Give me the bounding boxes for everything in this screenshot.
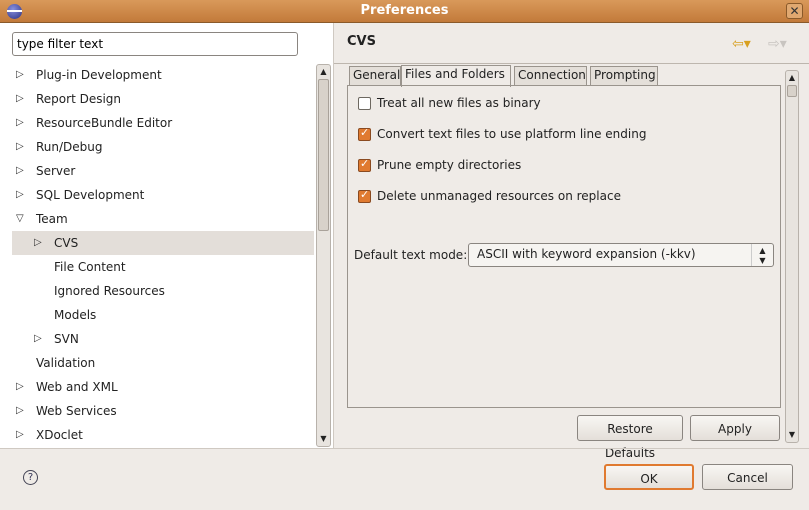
- filter-input[interactable]: [12, 32, 298, 56]
- scroll-up-icon[interactable]: ▲: [786, 71, 798, 85]
- left-pane: ▷ Plug-in Development ▷ Report Design ▷ Resou…: [0, 23, 333, 448]
- help-icon[interactable]: ?: [23, 470, 38, 485]
- checked-box-icon[interactable]: [358, 157, 371, 172]
- tree-item[interactable]: ▽ Team: [12, 207, 314, 231]
- tab-general[interactable]: General: [349, 66, 401, 86]
- collapsed-arrow-icon[interactable]: ▷: [16, 423, 24, 447]
- right-pane: CVS ⇦▾ ⇨▾ General Files and Folders Conn…: [334, 23, 809, 460]
- tab-files-and-folders[interactable]: Files and Folders: [401, 65, 511, 87]
- tree-item[interactable]: ▷ XDoclet: [12, 423, 314, 447]
- tree-item-label: CVS: [54, 236, 79, 250]
- back-arrow-icon[interactable]: ⇦▾: [732, 36, 751, 52]
- tree-item[interactable]: ▷ Web and XML: [12, 375, 314, 399]
- tree-item-label: SVN: [54, 332, 79, 346]
- tree-item[interactable]: ▷ Web Services: [12, 399, 314, 423]
- close-button[interactable]: ✕: [786, 3, 803, 19]
- tree-item[interactable]: Validation: [12, 351, 314, 375]
- tree-item-label: Plug-in Development: [36, 68, 162, 82]
- tree-item[interactable]: File Content: [12, 255, 314, 279]
- tree-item-label: ResourceBundle Editor: [36, 116, 173, 130]
- option-label: Delete unmanaged resources on replace: [377, 189, 621, 203]
- collapsed-arrow-icon[interactable]: ▷: [16, 183, 24, 207]
- window-title: Preferences: [360, 3, 449, 18]
- tree-item-label: Run/Debug: [36, 140, 103, 154]
- option-label: Treat all new files as binary: [377, 96, 541, 110]
- collapsed-arrow-icon[interactable]: ▷: [34, 231, 42, 255]
- tree-item-label: Web and XML: [36, 380, 118, 394]
- collapsed-arrow-icon[interactable]: ▷: [16, 375, 24, 399]
- collapsed-arrow-icon[interactable]: ▷: [16, 87, 24, 111]
- tree-item[interactable]: ▷ CVS: [12, 231, 314, 255]
- ok-button[interactable]: OK: [604, 464, 694, 490]
- tree-item-label: Validation: [36, 356, 96, 370]
- collapsed-arrow-icon[interactable]: ▷: [16, 135, 24, 159]
- button-bar: ? OK Cancel: [0, 448, 809, 510]
- option-checkbox[interactable]: Treat all new files as binary: [358, 96, 541, 110]
- tree-item[interactable]: ▷ Plug-in Development: [12, 63, 314, 87]
- scroll-up-icon[interactable]: ▲: [317, 65, 330, 79]
- text-mode-label: Default text mode:: [354, 248, 468, 262]
- unchecked-box-icon[interactable]: [358, 96, 371, 110]
- tree-item-label: Web Services: [36, 404, 117, 418]
- collapsed-arrow-icon[interactable]: ▷: [16, 63, 24, 87]
- collapsed-arrow-icon[interactable]: ▷: [16, 111, 24, 135]
- scroll-thumb[interactable]: [787, 85, 797, 97]
- text-mode-value: ASCII with keyword expansion (-kkv): [477, 247, 696, 261]
- collapsed-arrow-icon[interactable]: ▷: [34, 327, 42, 351]
- option-checkbox[interactable]: Delete unmanaged resources on replace: [358, 188, 621, 203]
- tree-item-label: Ignored Resources: [54, 284, 165, 298]
- preferences-tree: ▷ Plug-in Development ▷ Report Design ▷ Resou…: [12, 63, 314, 447]
- tab-connection[interactable]: Connection: [514, 66, 587, 86]
- tree-item[interactable]: ▷ Server: [12, 159, 314, 183]
- page-scrollbar[interactable]: ▲ ▼: [785, 70, 799, 443]
- tree-item-label: Report Design: [36, 92, 122, 106]
- title-bar: Preferences ✕: [0, 0, 809, 23]
- page-title: CVS: [347, 34, 376, 49]
- scroll-thumb[interactable]: [318, 79, 329, 231]
- tree-item-label: XDoclet: [36, 428, 83, 442]
- tree-item[interactable]: Ignored Resources: [12, 279, 314, 303]
- updown-icon: ▲ ▼: [751, 244, 773, 266]
- cancel-button[interactable]: Cancel: [702, 464, 793, 490]
- scroll-down-icon[interactable]: ▼: [317, 432, 330, 446]
- tree-item[interactable]: ▷ SVN: [12, 327, 314, 351]
- expanded-arrow-icon[interactable]: ▽: [16, 207, 24, 231]
- tree-item-label: Team: [36, 212, 68, 226]
- divider: [334, 63, 809, 64]
- tree-item-label: Models: [54, 308, 97, 322]
- tree-item[interactable]: ▷ SQL Development: [12, 183, 314, 207]
- apply-button[interactable]: Apply: [690, 415, 780, 441]
- collapsed-arrow-icon[interactable]: ▷: [16, 399, 24, 423]
- option-label: Convert text files to use platform line …: [377, 127, 647, 141]
- text-mode-select[interactable]: ASCII with keyword expansion (-kkv) ▲ ▼: [468, 243, 774, 267]
- tree-item[interactable]: ▷ ResourceBundle Editor: [12, 111, 314, 135]
- scroll-down-icon[interactable]: ▼: [786, 428, 798, 442]
- collapsed-arrow-icon[interactable]: ▷: [16, 159, 24, 183]
- tree-item-label: SQL Development: [36, 188, 145, 202]
- option-label: Prune empty directories: [377, 158, 522, 172]
- checked-box-icon[interactable]: [358, 126, 371, 141]
- option-checkbox[interactable]: Prune empty directories: [358, 157, 522, 172]
- option-checkbox[interactable]: Convert text files to use platform line …: [358, 126, 647, 141]
- restore-defaults-button[interactable]: Restore Defaults: [577, 415, 683, 460]
- tree-item[interactable]: ▷ Report Design: [12, 87, 314, 111]
- tab-panel: Treat all new files as binary Convert tex…: [347, 85, 781, 408]
- forward-arrow-icon[interactable]: ⇨▾: [768, 36, 787, 52]
- tab-prompting[interactable]: Prompting: [590, 66, 658, 86]
- tree-item[interactable]: Models: [12, 303, 314, 327]
- tree-item-label: File Content: [54, 260, 126, 274]
- tree-item-label: Server: [36, 164, 76, 178]
- tree-item[interactable]: ▷ Run/Debug: [12, 135, 314, 159]
- tree-scrollbar[interactable]: ▲ ▼: [316, 64, 331, 447]
- checked-box-icon[interactable]: [358, 188, 371, 203]
